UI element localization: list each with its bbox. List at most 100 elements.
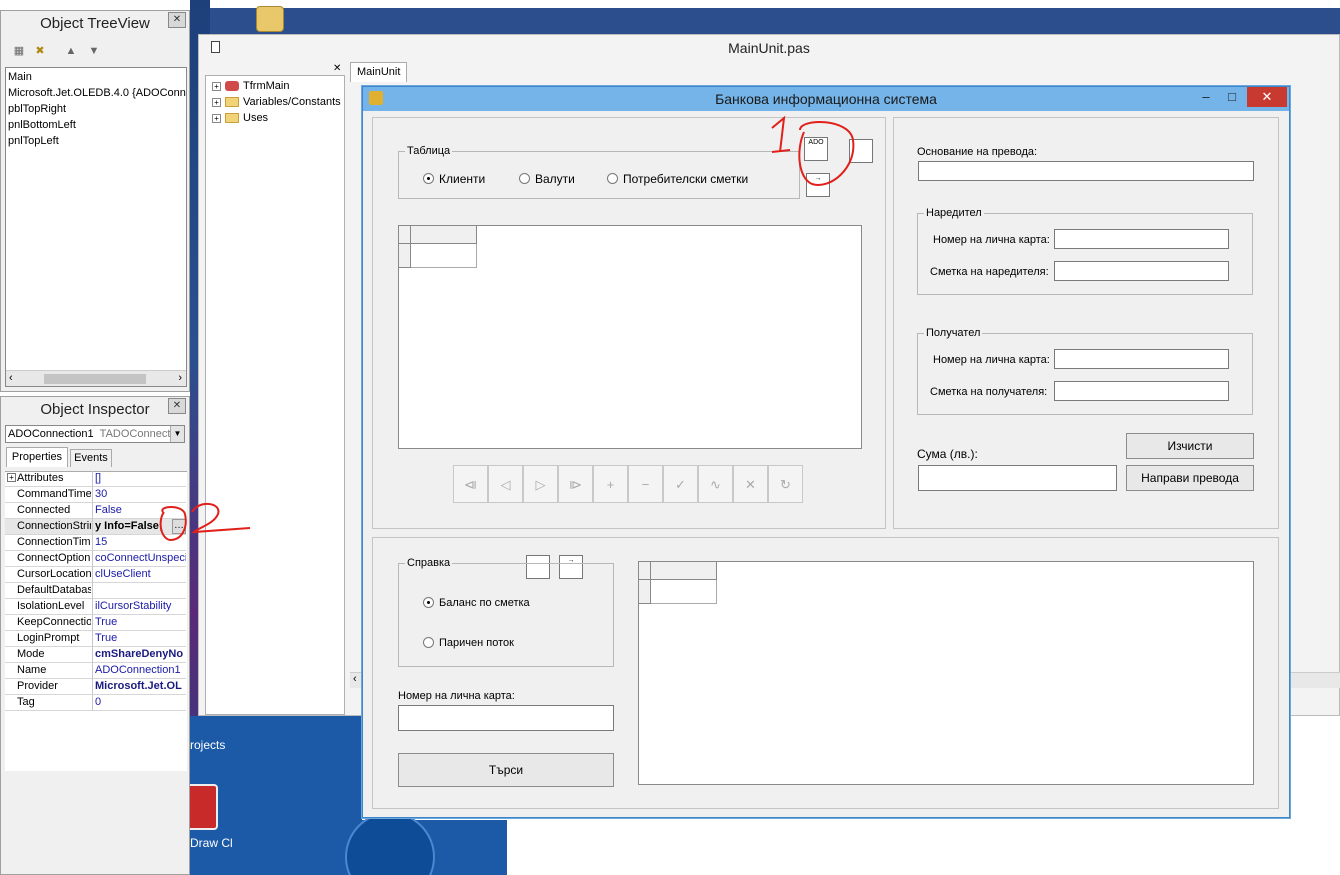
treeview-item[interactable]: Main — [6, 69, 186, 85]
inspector-row[interactable]: CursorLocation clUseClient — [5, 567, 186, 583]
expand-icon[interactable]: + — [212, 81, 221, 91]
nav-refresh-button[interactable]: ↻ — [768, 465, 803, 503]
property-value[interactable]: True — [92, 631, 186, 647]
transfer-reason-input[interactable] — [918, 161, 1254, 181]
expand-icon[interactable]: + — [212, 97, 221, 107]
scroll-thumb[interactable] — [44, 374, 146, 384]
radio-clients[interactable]: Клиенти — [423, 172, 485, 186]
receiver-account-input[interactable] — [1054, 381, 1229, 401]
main-data-grid[interactable] — [398, 225, 862, 449]
inspector-row[interactable]: Attributes [] + — [5, 471, 186, 487]
desktop-label-draw[interactable]: Draw Cl — [190, 836, 233, 850]
expand-icon[interactable]: + — [7, 473, 16, 482]
property-value[interactable]: False — [92, 503, 186, 519]
ado-connection-component-icon[interactable]: ADO — [804, 137, 828, 161]
property-value[interactable]: clUseClient — [92, 567, 186, 583]
inspector-row[interactable]: DefaultDatabas — [5, 583, 186, 599]
radio-account-balance[interactable]: Баланс по сметка — [423, 596, 530, 610]
close-icon[interactable]: ✕ — [1247, 87, 1287, 107]
inspector-close-icon[interactable]: ✕ — [168, 398, 186, 414]
treeview-close-icon[interactable]: ✕ — [168, 12, 186, 28]
maximize-icon[interactable]: □ — [1219, 87, 1245, 107]
property-value[interactable]: [] — [92, 471, 186, 487]
treeview-up-icon[interactable]: ▲ — [63, 43, 79, 59]
treeview-item[interactable]: pnlBottomLeft — [6, 117, 186, 133]
inspector-row[interactable]: ConnectionStrin y Info=False;… — [5, 519, 186, 535]
inspector-row[interactable]: KeepConnectio True — [5, 615, 186, 631]
inspector-row[interactable]: LoginPrompt True — [5, 631, 186, 647]
radio-cash-flow[interactable]: Паричен поток — [423, 636, 514, 650]
nav-insert-button[interactable]: + — [593, 465, 628, 503]
inspector-row[interactable]: Connected False — [5, 503, 186, 519]
structure-view[interactable]: + TfrmMain + Variables/Constants + Uses — [205, 75, 345, 715]
sender-account-input[interactable] — [1054, 261, 1229, 281]
expand-icon[interactable]: + — [212, 113, 221, 123]
scroll-left-icon[interactable]: ‹ — [353, 673, 357, 685]
property-value[interactable]: 0 — [92, 695, 186, 711]
scroll-right-icon[interactable]: › — [178, 372, 182, 384]
property-value[interactable]: ilCursorStability — [92, 599, 186, 615]
property-value[interactable]: coConnectUnspecif — [92, 551, 186, 567]
receiver-id-input[interactable] — [1054, 349, 1229, 369]
tab-properties[interactable]: Properties — [6, 447, 68, 467]
treeview-hscrollbar[interactable]: ‹ › — [6, 370, 186, 386]
property-value[interactable]: ADOConnection1 — [92, 663, 186, 679]
datasource-component-icon[interactable]: → — [806, 173, 830, 197]
treeview-item[interactable]: pblTopRight — [6, 101, 186, 117]
tab-mainunit[interactable]: MainUnit — [350, 62, 408, 82]
treeview-item[interactable]: Microsoft.Jet.OLEDB.4.0 {ADOConne — [6, 85, 186, 101]
treeview-delete-icon[interactable]: ✖ — [32, 43, 48, 59]
report-data-grid[interactable] — [638, 561, 1254, 785]
nav-cancel-button[interactable]: ✕ — [733, 465, 768, 503]
nav-first-button[interactable]: ⧏ — [453, 465, 488, 503]
grid-data-cell[interactable] — [411, 244, 477, 268]
nav-last-button[interactable]: ⧐ — [558, 465, 593, 503]
search-button[interactable]: Търси — [398, 753, 614, 787]
nav-prior-button[interactable]: ◁ — [488, 465, 523, 503]
chevron-down-icon[interactable]: ▼ — [170, 426, 184, 442]
nav-post-button[interactable]: ∿ — [698, 465, 733, 503]
amount-input[interactable] — [918, 465, 1117, 491]
desktop-draw-app-icon[interactable] — [186, 784, 218, 830]
treeview-down-icon[interactable]: ▼ — [86, 43, 102, 59]
structure-item-variables[interactable]: + Variables/Constants — [212, 94, 341, 110]
treeview-list[interactable]: Main Microsoft.Jet.OLEDB.4.0 {ADOConne p… — [5, 67, 187, 387]
inspector-object-selector[interactable]: ADOConnection1 TADOConnecti ▼ — [5, 425, 185, 443]
clear-button[interactable]: Изчисти — [1126, 433, 1254, 459]
radio-user-accounts[interactable]: Потребителски сметки — [607, 172, 748, 186]
minimize-icon[interactable]: – — [1193, 87, 1219, 107]
structure-item-tfrmmain[interactable]: + TfrmMain — [212, 78, 289, 94]
tab-events[interactable]: Events — [70, 449, 112, 467]
ado-table-component-icon[interactable] — [849, 139, 873, 163]
property-value[interactable] — [92, 583, 186, 599]
inspector-row[interactable]: CommandTimec 30 — [5, 487, 186, 503]
treeview-new-icon[interactable]: ▦ — [11, 43, 27, 59]
desktop-folder-icon[interactable] — [256, 6, 284, 32]
nav-next-button[interactable]: ▷ — [523, 465, 558, 503]
nav-delete-button[interactable]: − — [628, 465, 663, 503]
property-value[interactable]: True — [92, 615, 186, 631]
radio-currencies[interactable]: Валути — [519, 172, 575, 186]
property-value[interactable]: cmShareDenyNo — [92, 647, 186, 663]
inspector-row[interactable]: ConnectionTime 15 — [5, 535, 186, 551]
id-card-input[interactable] — [398, 705, 614, 731]
property-value[interactable]: 15 — [92, 535, 186, 551]
ellipsis-button[interactable]: … — [172, 519, 186, 534]
inspector-row[interactable]: IsolationLevel ilCursorStability — [5, 599, 186, 615]
scroll-left-icon[interactable]: ‹ — [9, 372, 13, 384]
sender-id-input[interactable] — [1054, 229, 1229, 249]
nav-edit-button[interactable]: ✓ — [663, 465, 698, 503]
property-value[interactable]: Microsoft.Jet.OL — [92, 679, 186, 695]
property-value[interactable]: 30 — [92, 487, 186, 503]
make-transfer-button[interactable]: Направи превода — [1126, 465, 1254, 491]
inspector-row[interactable]: ConnectOption coConnectUnspecif — [5, 551, 186, 567]
inspector-row[interactable]: Mode cmShareDenyNo — [5, 647, 186, 663]
inspector-row[interactable]: Tag 0 — [5, 695, 186, 711]
structure-close-icon[interactable]: ✕ — [333, 63, 341, 74]
treeview-item[interactable]: pnlTopLeft — [6, 133, 186, 149]
inspector-row[interactable]: Provider Microsoft.Jet.OL — [5, 679, 186, 695]
structure-item-uses[interactable]: + Uses — [212, 110, 268, 126]
inspector-row[interactable]: Name ADOConnection1 — [5, 663, 186, 679]
desktop-label-projects[interactable]: rojects — [190, 738, 225, 752]
grid-data-cell[interactable] — [651, 580, 717, 604]
